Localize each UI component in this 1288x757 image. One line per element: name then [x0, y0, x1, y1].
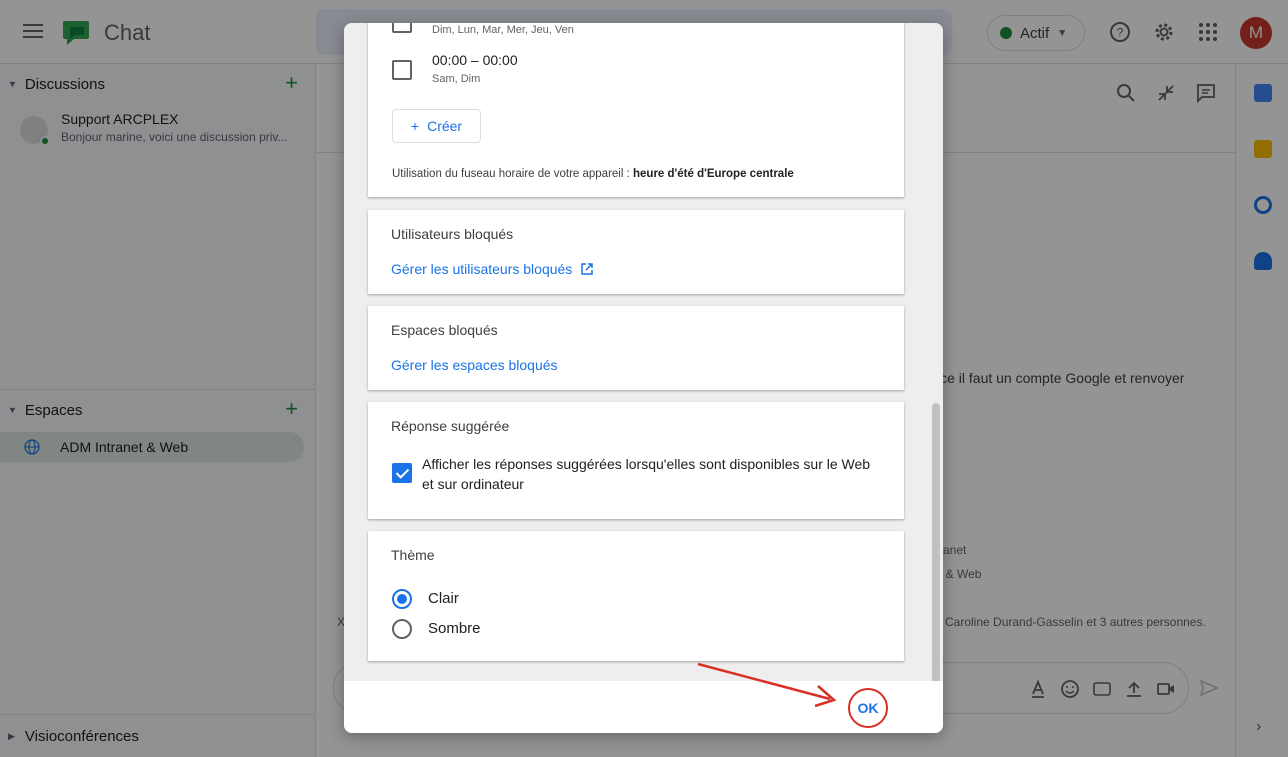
- ok-button[interactable]: OK: [848, 688, 888, 728]
- blocked-spaces-title: Espaces bloqués: [391, 322, 498, 338]
- blocked-users-title: Utilisateurs bloqués: [391, 226, 514, 242]
- suggested-reply-card: Réponse suggérée Afficher les réponses s…: [368, 402, 904, 519]
- theme-card: Thème Clair Sombre: [368, 531, 904, 661]
- suggested-reply-title: Réponse suggérée: [391, 418, 510, 434]
- theme-option-dark[interactable]: Sombre: [428, 620, 481, 637]
- theme-title: Thème: [391, 547, 435, 563]
- notification-schedule-card: Dim, Lun, Mar, Mer, Jeu, Ven 00:00 – 00:…: [368, 23, 904, 197]
- manage-blocked-spaces-label: Gérer les espaces bloqués: [391, 357, 558, 373]
- timezone-name: heure d'été d'Europe centrale: [633, 168, 794, 180]
- settings-scroll-area[interactable]: Dim, Lun, Mar, Mer, Jeu, Ven 00:00 – 00:…: [344, 23, 943, 681]
- manage-blocked-users-link[interactable]: Gérer les utilisateurs bloqués: [391, 261, 594, 277]
- manage-blocked-spaces-link[interactable]: Gérer les espaces bloqués: [391, 357, 558, 373]
- external-link-icon: [581, 263, 594, 275]
- blocked-users-card: Utilisateurs bloqués Gérer les utilisate…: [368, 210, 904, 294]
- schedule-days: Dim, Lun, Mar, Mer, Jeu, Ven: [432, 24, 574, 36]
- theme-option-light[interactable]: Clair: [428, 590, 459, 607]
- schedule-days: Sam, Dim: [432, 73, 481, 85]
- scrollbar-thumb[interactable]: [932, 403, 940, 681]
- create-schedule-button[interactable]: + Créer: [392, 109, 481, 143]
- blocked-spaces-card: Espaces bloqués Gérer les espaces bloqué…: [368, 306, 904, 390]
- settings-dialog: Dim, Lun, Mar, Mer, Jeu, Ven 00:00 – 00:…: [344, 23, 943, 733]
- timezone-note: Utilisation du fuseau horaire de votre a…: [392, 168, 794, 180]
- suggested-reply-checkbox[interactable]: [392, 463, 412, 483]
- theme-radio-dark[interactable]: [392, 619, 412, 639]
- create-label: Créer: [427, 118, 463, 134]
- plus-icon: +: [410, 118, 420, 134]
- suggested-reply-label: Afficher les réponses suggérées lorsqu'e…: [422, 456, 871, 492]
- theme-radio-light[interactable]: [392, 589, 412, 609]
- dialog-footer: OK: [344, 681, 943, 733]
- schedule-time: 00:00 – 00:00: [432, 52, 518, 68]
- manage-blocked-users-label: Gérer les utilisateurs bloqués: [391, 261, 573, 277]
- schedule-checkbox-weekdays[interactable]: [392, 23, 412, 33]
- timezone-prefix: Utilisation du fuseau horaire de votre a…: [392, 168, 630, 180]
- schedule-checkbox-weekend[interactable]: [392, 60, 412, 80]
